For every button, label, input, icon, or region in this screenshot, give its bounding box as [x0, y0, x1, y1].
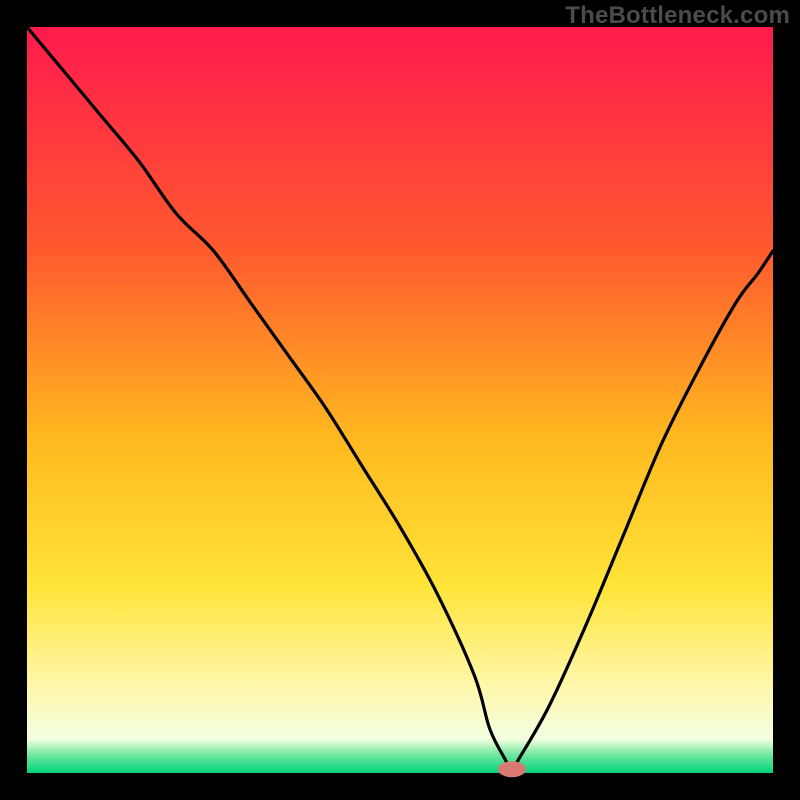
watermark-text: TheBottleneck.com [565, 2, 790, 30]
optimal-point-marker [498, 761, 526, 777]
bottleneck-chart [0, 0, 800, 800]
chart-background-gradient [27, 27, 773, 773]
